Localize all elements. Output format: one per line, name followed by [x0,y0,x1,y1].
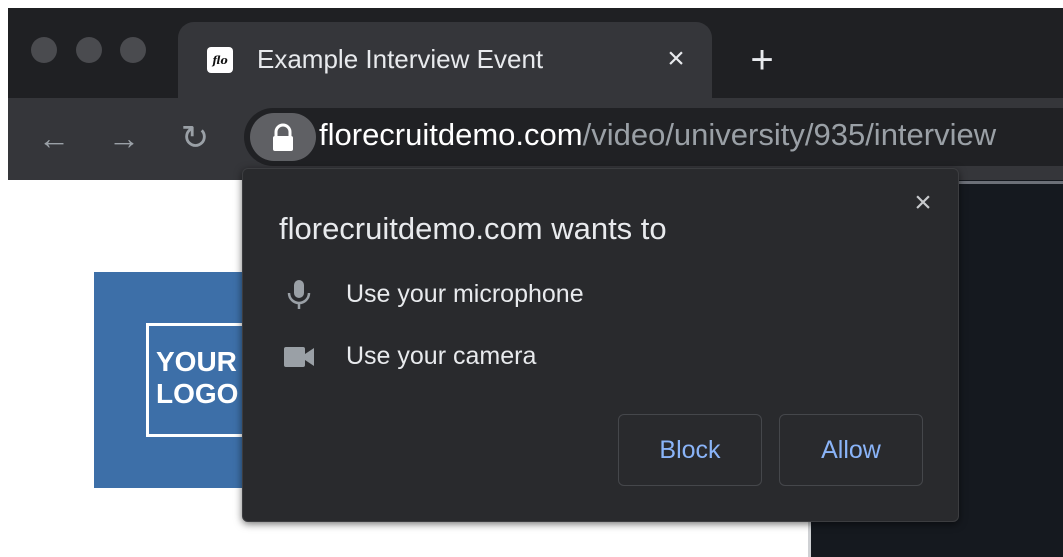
block-button[interactable]: Block [618,414,762,486]
lock-icon [273,123,293,151]
site-info-button[interactable] [250,113,316,161]
window-zoom-dot[interactable] [120,37,146,63]
back-button[interactable]: ← [34,118,74,158]
window-minimize-dot[interactable] [76,37,102,63]
dialog-title: florecruitdemo.com wants to [279,211,667,246]
logo-line-2: LOGO [156,378,239,409]
url-text[interactable]: florecruitdemo.com/video/university/935/… [319,117,996,153]
permission-microphone-label: Use your microphone [346,280,584,308]
tab-close-icon[interactable]: × [660,42,692,76]
window-close-dot[interactable] [31,37,57,63]
reload-button[interactable]: ↻ [175,118,215,158]
microphone-icon [287,280,311,309]
forward-button[interactable]: → [104,118,144,158]
top-strip [0,0,1063,8]
url-domain: florecruitdemo.com [319,117,583,152]
close-icon[interactable]: × [906,186,940,220]
allow-button[interactable]: Allow [779,414,923,486]
tab-title: Example Interview Event [257,44,544,74]
favicon-icon: flo [207,47,233,73]
camera-icon [284,347,314,367]
logo-line-1: YOUR [156,346,237,377]
permission-camera-label: Use your camera [346,342,537,370]
url-path: /video/university/935/interview [582,117,997,152]
logo-image: YOUR LOGO [156,346,238,410]
new-tab-button[interactable]: + [744,40,780,80]
